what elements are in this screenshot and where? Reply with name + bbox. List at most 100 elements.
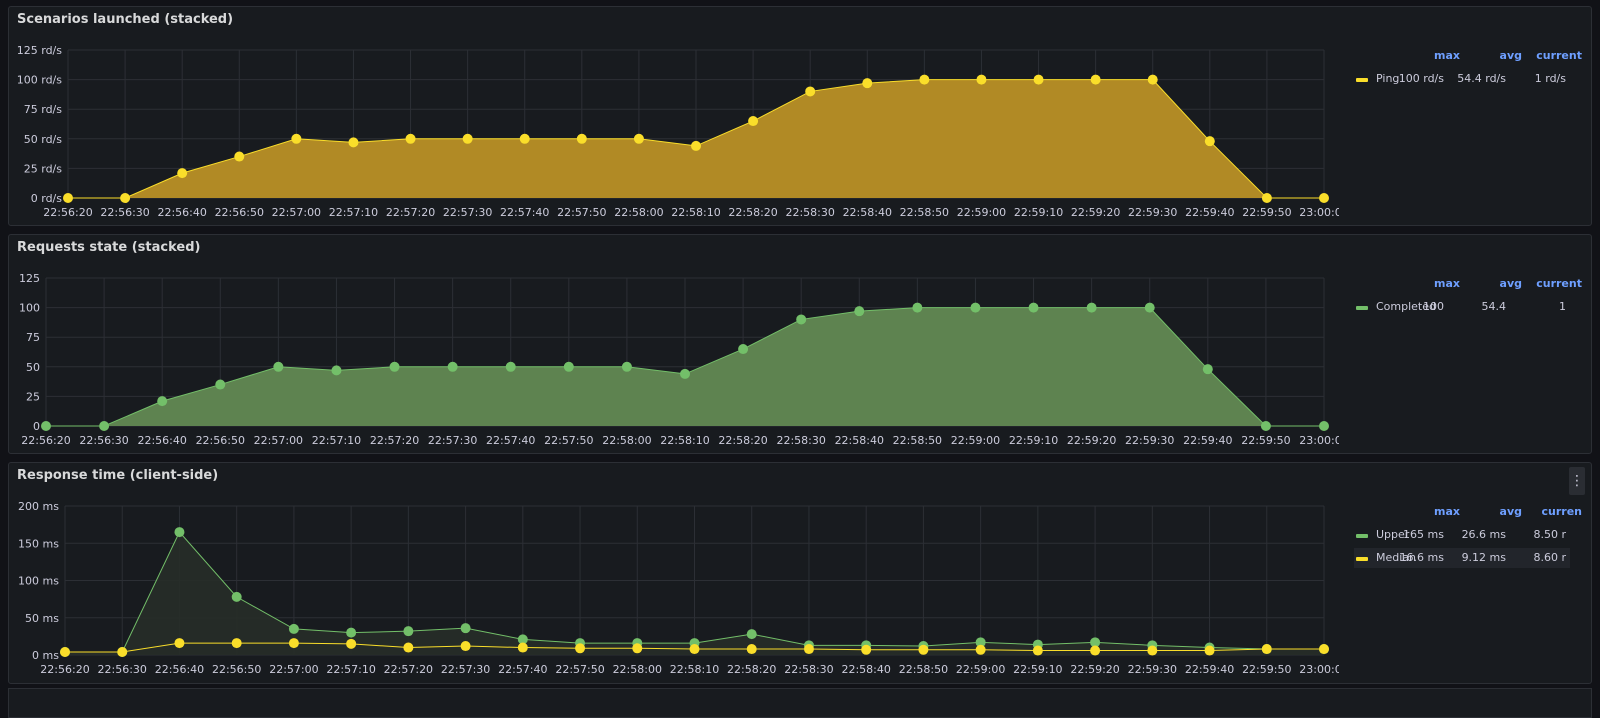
data-point-completed[interactable]	[41, 421, 51, 431]
data-point-completed[interactable]	[1202, 364, 1213, 375]
legend-value: 54.4 rd/s	[1457, 72, 1506, 85]
data-point-completed[interactable]	[215, 379, 226, 390]
data-point-median[interactable]	[803, 644, 814, 655]
y-tick-label: 0	[33, 420, 40, 433]
data-point-completed[interactable]	[970, 302, 981, 313]
data-point-completed[interactable]	[505, 361, 516, 372]
data-point-completed[interactable]	[1086, 302, 1097, 313]
data-point-median[interactable]	[1090, 645, 1101, 656]
legend-header-avg[interactable]: avg	[1500, 277, 1522, 290]
data-point-upper[interactable]	[346, 627, 357, 638]
data-point-completed[interactable]	[273, 361, 284, 372]
data-point-completed[interactable]	[331, 365, 342, 376]
data-point-median[interactable]	[460, 641, 471, 652]
data-point-upper[interactable]	[231, 591, 242, 602]
legend: max avg current Ping 100 rd/s 54.4 rd/s 1 rd/s	[1354, 47, 1586, 107]
data-point-ping[interactable]	[234, 151, 245, 162]
kebab-menu-icon[interactable]: ⋮	[1569, 467, 1585, 495]
data-point-median[interactable]	[746, 644, 757, 655]
legend-header-avg[interactable]: avg	[1500, 505, 1522, 518]
data-point-completed[interactable]	[157, 396, 168, 407]
scenarios-chart: 0 rd/s 25 rd/s 50 rd/s 75 rd/s 100 rd/s 125 r…	[17, 44, 1339, 219]
data-point-upper[interactable]	[460, 623, 471, 634]
data-point-completed[interactable]	[912, 302, 923, 313]
data-point-completed[interactable]	[563, 361, 574, 372]
data-point-ping[interactable]	[1090, 74, 1101, 85]
data-point-ping[interactable]	[519, 133, 530, 144]
data-point-completed[interactable]	[738, 344, 749, 355]
data-point-completed[interactable]	[621, 361, 632, 372]
data-point-ping[interactable]	[576, 133, 587, 144]
legend-header-max[interactable]: max	[1434, 49, 1460, 62]
data-point-ping[interactable]	[1147, 74, 1158, 85]
data-point-completed[interactable]	[1260, 421, 1271, 431]
data-point-ping[interactable]	[1261, 193, 1272, 203]
data-point-median[interactable]	[231, 638, 242, 649]
data-point-completed[interactable]	[1319, 421, 1329, 431]
data-point-ping[interactable]	[405, 133, 416, 144]
data-point-median[interactable]	[975, 644, 986, 655]
data-point-median[interactable]	[861, 644, 872, 655]
data-point-completed[interactable]	[389, 361, 400, 372]
data-point-ping[interactable]	[1319, 193, 1329, 203]
legend-item-upper[interactable]: Upper 165 ms 26.6 ms 8.50 r	[1354, 525, 1570, 545]
data-point-upper[interactable]	[403, 626, 414, 637]
data-point-completed[interactable]	[1144, 302, 1155, 313]
legend-header-max[interactable]: max	[1434, 277, 1460, 290]
legend-header-max[interactable]: max	[1434, 505, 1460, 518]
data-point-median[interactable]	[1032, 645, 1043, 656]
data-point-ping[interactable]	[691, 140, 701, 151]
legend-item-completed[interactable]: Completed 100 54.4 1	[1354, 297, 1570, 317]
data-point-ping[interactable]	[1204, 136, 1215, 147]
x-tick-label: 22:59:40	[1185, 206, 1234, 219]
data-point-ping[interactable]	[177, 168, 188, 179]
data-point-ping[interactable]	[919, 74, 930, 85]
data-point-median[interactable]	[1204, 645, 1215, 656]
x-tick-label: 22:59:20	[1070, 663, 1119, 676]
data-point-ping[interactable]	[348, 137, 359, 148]
data-point-ping[interactable]	[291, 133, 302, 144]
data-point-completed[interactable]	[99, 421, 110, 431]
data-point-completed[interactable]	[447, 361, 458, 372]
data-point-ping[interactable]	[862, 78, 873, 89]
data-point-ping[interactable]	[1033, 74, 1044, 85]
data-point-ping[interactable]	[462, 133, 473, 144]
data-point-median[interactable]	[918, 644, 929, 655]
data-point-upper[interactable]	[746, 629, 757, 640]
data-point-median[interactable]	[403, 642, 414, 653]
data-point-completed[interactable]	[796, 314, 807, 325]
x-tick-label: 22:59:00	[957, 206, 1006, 219]
data-point-median[interactable]	[1319, 644, 1329, 655]
data-point-median[interactable]	[60, 647, 70, 658]
data-point-median[interactable]	[632, 643, 643, 654]
y-tick-label: 50 rd/s	[24, 133, 63, 146]
data-point-completed[interactable]	[680, 368, 690, 379]
data-point-median[interactable]	[288, 638, 299, 649]
data-point-ping[interactable]	[748, 116, 759, 127]
legend-header-current[interactable]: current	[1536, 49, 1582, 62]
data-point-completed[interactable]	[854, 306, 865, 317]
data-point-ping[interactable]	[120, 193, 131, 203]
data-point-median[interactable]	[689, 644, 700, 655]
data-point-median[interactable]	[117, 647, 128, 658]
data-point-ping[interactable]	[805, 86, 816, 97]
data-point-ping[interactable]	[63, 193, 73, 203]
data-point-median[interactable]	[575, 643, 586, 654]
data-point-median[interactable]	[517, 642, 528, 653]
legend-header-current[interactable]: current	[1536, 277, 1582, 290]
x-tick-label: 22:58:10	[671, 206, 720, 219]
data-point-ping[interactable]	[976, 74, 987, 85]
data-point-completed[interactable]	[1028, 302, 1039, 313]
legend-header-avg[interactable]: avg	[1500, 49, 1522, 62]
legend-header-curren[interactable]: curren	[1542, 505, 1583, 518]
legend-item-median[interactable]: Median 16.6 ms 9.12 ms 8.60 r	[1354, 548, 1570, 568]
data-point-median[interactable]	[174, 638, 185, 649]
x-tick-label: 22:56:20	[40, 663, 89, 676]
legend-item-ping[interactable]: Ping 100 rd/s 54.4 rd/s 1 rd/s	[1354, 69, 1570, 89]
data-point-median[interactable]	[1261, 644, 1272, 655]
data-point-upper[interactable]	[174, 527, 185, 538]
data-point-median[interactable]	[1147, 645, 1158, 656]
data-point-upper[interactable]	[288, 623, 299, 634]
data-point-median[interactable]	[346, 638, 357, 649]
data-point-ping[interactable]	[633, 133, 644, 144]
